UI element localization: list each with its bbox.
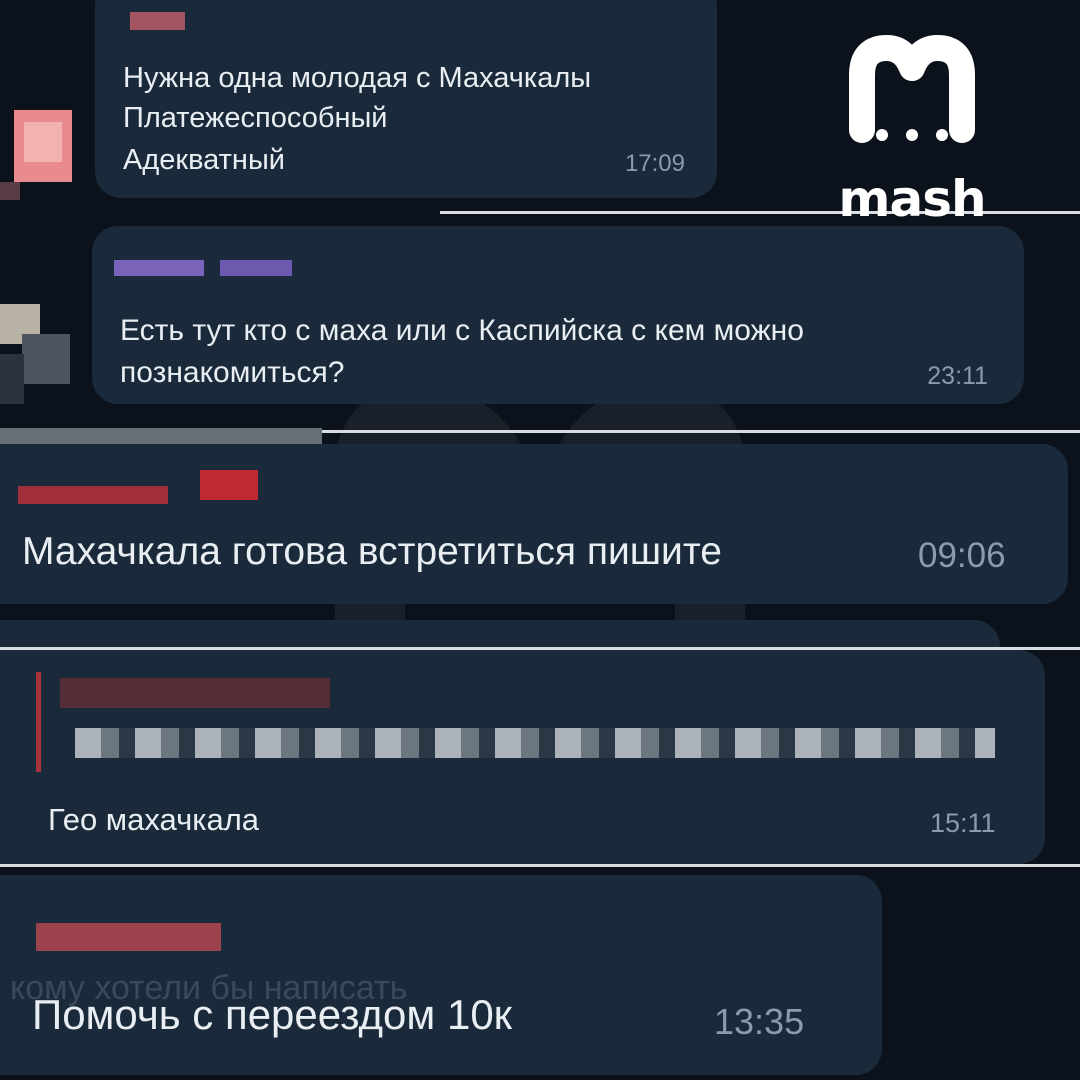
message-panel-5: кому хотели бы написать Помочь с переезд… bbox=[0, 867, 1080, 1080]
message-panel-4: Гео махачкала 15:11 bbox=[0, 650, 1080, 864]
avatar bbox=[0, 294, 72, 404]
message-text: Махачкала готова встретиться пишите bbox=[22, 530, 722, 573]
brand-wordmark: mash bbox=[838, 170, 986, 228]
message-bubble[interactable]: Гео махачкала 15:11 bbox=[0, 650, 1045, 864]
message-bubble[interactable]: кому хотели бы написать Помочь с переезд… bbox=[0, 875, 882, 1075]
message-panel-2: Есть тут кто с маха или с Каспийска с ке… bbox=[0, 214, 1080, 428]
screenshot-divider bbox=[0, 428, 322, 444]
reply-quote-bar bbox=[36, 672, 41, 772]
message-panel-3: Махачкала готова встретиться пишите 09:0… bbox=[0, 444, 1080, 620]
sender-name-redacted bbox=[18, 486, 168, 504]
message-time: 13:35 bbox=[714, 1001, 805, 1042]
mash-logo: mash bbox=[832, 30, 992, 228]
reply-quote-redacted bbox=[75, 728, 995, 758]
message-text-line: познакомиться? bbox=[120, 356, 345, 389]
message-time: 15:11 bbox=[930, 808, 996, 838]
sender-name-redacted-part bbox=[200, 470, 258, 500]
message-text: Помочь с переездом 10к bbox=[32, 991, 513, 1038]
message-bubble[interactable]: Нужна одна молодая с Махачкалы Платежесп… bbox=[95, 0, 717, 198]
sender-name-redacted bbox=[130, 12, 185, 30]
message-text-line: Платежеспособный bbox=[123, 102, 388, 134]
message-time: 23:11 bbox=[927, 362, 988, 390]
message-text-line: Нужна одна молодая с Махачкалы bbox=[123, 62, 592, 94]
message-text: Гео махачкала bbox=[48, 802, 260, 837]
sender-name-redacted-part bbox=[220, 260, 292, 276]
reply-quote-redacted bbox=[60, 678, 330, 708]
message-text-line: Есть тут кто с маха или с Каспийска с ке… bbox=[120, 314, 804, 347]
sender-name-redacted bbox=[114, 260, 204, 276]
message-time: 17:09 bbox=[624, 150, 685, 177]
mash-logo-icon bbox=[849, 35, 975, 143]
message-text-line: Адекватный bbox=[123, 144, 285, 176]
avatar bbox=[0, 100, 80, 200]
message-bubble[interactable]: Махачкала готова встретиться пишите 09:0… bbox=[0, 444, 1068, 604]
sender-name-redacted bbox=[36, 923, 221, 951]
screenshot-divider bbox=[322, 430, 1080, 433]
message-bubble[interactable]: Есть тут кто с маха или с Каспийска с ке… bbox=[92, 226, 1024, 404]
message-time: 09:06 bbox=[918, 536, 1006, 575]
